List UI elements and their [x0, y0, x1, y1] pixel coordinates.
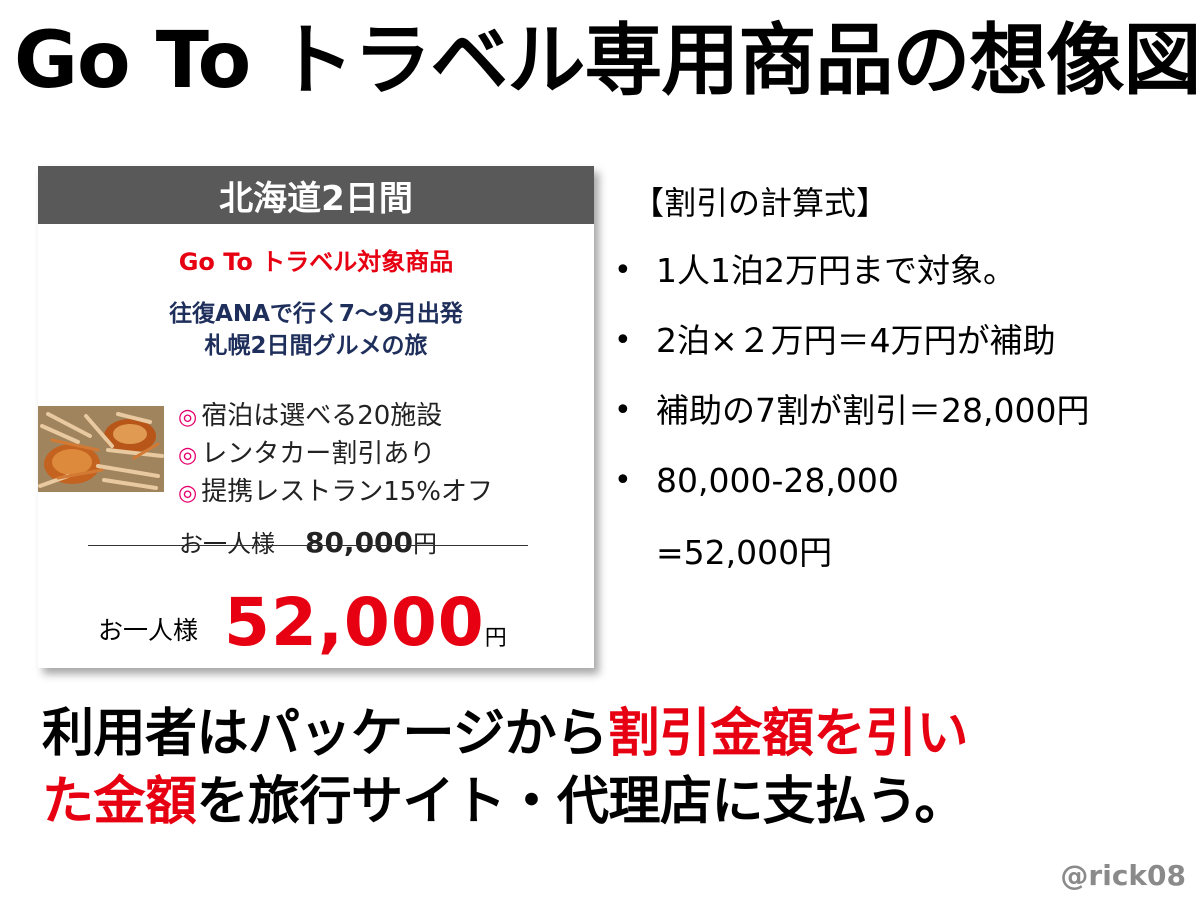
- product-card: 北海道2日間 Go To トラベル対象商品 往復ANAで行く7〜9月出発 札幌2…: [38, 166, 594, 668]
- product-tag: Go To トラベル対象商品: [178, 248, 454, 276]
- feature-item: ◎ レンタカー割引あり: [178, 439, 436, 469]
- strikethrough-line: [88, 545, 528, 546]
- tour-name: 往復ANAで行く7〜9月出発 札幌2日間グルメの旅: [38, 299, 594, 362]
- formula-item: 補助の7割が割引＝28,000円: [612, 382, 1089, 452]
- page-title: Go To トラベル専用商品の想像図: [14, 16, 1200, 106]
- double-circle-bullet-icon: ◎: [178, 405, 198, 430]
- double-circle-bullet-icon: ◎: [178, 443, 198, 468]
- formula-heading: 【割引の計算式】: [632, 184, 889, 222]
- formula-result: =52,000円: [656, 533, 833, 572]
- summary-part2: を旅行サイト・代理店に支払う。: [196, 772, 967, 832]
- feature-item: ◎ 宿泊は選べる20施設: [178, 401, 443, 431]
- old-price-label: お一人様: [178, 530, 275, 558]
- new-price-label: お一人様: [98, 616, 199, 645]
- double-circle-bullet-icon: ◎: [178, 481, 198, 506]
- tour-name-line2: 札幌2日間グルメの旅: [204, 332, 428, 359]
- feature-list: ◎ 宿泊は選べる20施設 ◎ レンタカー割引あり ◎ 提携レストラン15%オフ: [178, 398, 493, 512]
- new-price-unit: 円: [484, 626, 507, 651]
- summary-highlight2: た金額: [42, 772, 197, 832]
- tour-name-line1: 往復ANAで行く7〜9月出発: [169, 301, 463, 327]
- summary-highlight1: 割引金額を引い: [607, 704, 968, 764]
- new-price: お一人様 52,000円: [98, 584, 578, 661]
- old-price-unit: 円: [413, 530, 438, 558]
- summary-text: 利用者はパッケージから割引金額を引いた金額を旅行サイト・代理店に支払う。: [42, 700, 1182, 836]
- author-credit: @rick08: [1060, 859, 1186, 892]
- new-price-amount: 52,000: [224, 584, 485, 661]
- features-row: ◎ 宿泊は選べる20施設 ◎ レンタカー割引あり ◎ 提携レストラン15%オフ: [38, 398, 594, 508]
- formula-item: 80,000-28,000: [612, 452, 1089, 522]
- old-price-amount: 80,000: [304, 526, 414, 559]
- formula-item: 1人1泊2万円まで対象。: [612, 242, 1089, 312]
- formula-item: 2泊×２万円＝4万円が補助: [612, 312, 1089, 382]
- card-header: 北海道2日間: [38, 166, 594, 224]
- feature-item: ◎ 提携レストラン15%オフ: [178, 477, 493, 507]
- old-price: お一人様 80,000円: [88, 524, 528, 559]
- summary-part1: 利用者はパッケージから: [42, 704, 608, 764]
- crab-photo-icon: [38, 406, 164, 492]
- formula-list: 1人1泊2万円まで対象。 2泊×２万円＝4万円が補助 補助の7割が割引＝28,0…: [612, 242, 1089, 522]
